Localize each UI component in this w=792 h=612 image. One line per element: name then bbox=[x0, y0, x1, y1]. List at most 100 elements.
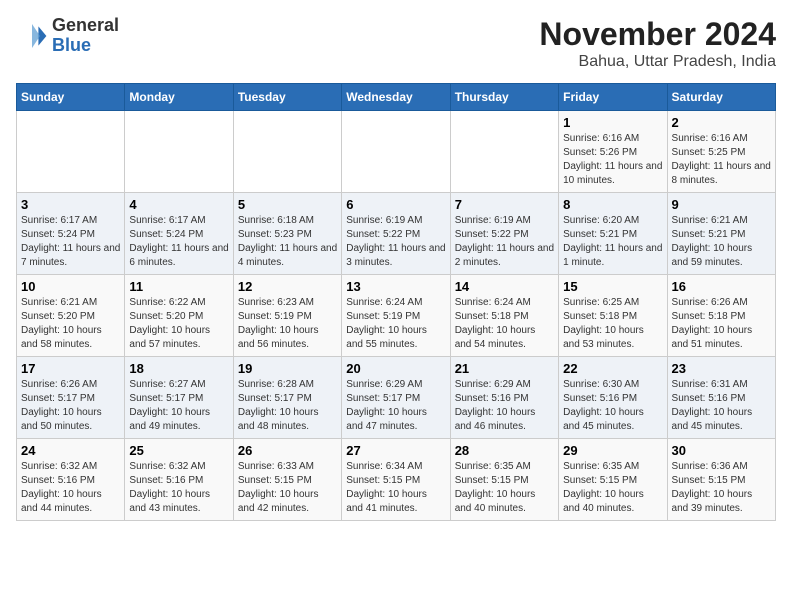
day-info: Sunrise: 6:26 AM Sunset: 5:17 PM Dayligh… bbox=[21, 378, 120, 434]
day-info: Sunrise: 6:33 AM Sunset: 5:15 PM Dayligh… bbox=[238, 460, 337, 516]
calendar-cell: 13 Sunrise: 6:24 AM Sunset: 5:19 PM Dayli… bbox=[342, 275, 450, 357]
calendar-cell: 20 Sunrise: 6:29 AM Sunset: 5:17 PM Dayli… bbox=[342, 357, 450, 439]
calendar-week-row: 3 Sunrise: 6:17 AM Sunset: 5:24 PM Daylig… bbox=[17, 193, 776, 275]
day-number: 6 bbox=[346, 197, 445, 212]
day-info: Sunrise: 6:24 AM Sunset: 5:18 PM Dayligh… bbox=[455, 296, 554, 352]
day-info: Sunrise: 6:31 AM Sunset: 5:16 PM Dayligh… bbox=[672, 378, 771, 434]
day-number: 19 bbox=[238, 361, 337, 376]
calendar-cell: 21 Sunrise: 6:29 AM Sunset: 5:16 PM Dayli… bbox=[450, 357, 558, 439]
day-info: Sunrise: 6:21 AM Sunset: 5:21 PM Dayligh… bbox=[672, 214, 771, 270]
day-number: 9 bbox=[672, 197, 771, 212]
calendar-cell: 9 Sunrise: 6:21 AM Sunset: 5:21 PM Daylig… bbox=[667, 193, 775, 275]
day-number: 5 bbox=[238, 197, 337, 212]
day-info: Sunrise: 6:35 AM Sunset: 5:15 PM Dayligh… bbox=[563, 460, 662, 516]
day-number: 22 bbox=[563, 361, 662, 376]
calendar-cell: 19 Sunrise: 6:28 AM Sunset: 5:17 PM Dayli… bbox=[233, 357, 341, 439]
calendar-cell: 5 Sunrise: 6:18 AM Sunset: 5:23 PM Daylig… bbox=[233, 193, 341, 275]
day-info: Sunrise: 6:20 AM Sunset: 5:21 PM Dayligh… bbox=[563, 214, 662, 270]
day-number: 28 bbox=[455, 443, 554, 458]
day-info: Sunrise: 6:25 AM Sunset: 5:18 PM Dayligh… bbox=[563, 296, 662, 352]
day-number: 7 bbox=[455, 197, 554, 212]
day-info: Sunrise: 6:26 AM Sunset: 5:18 PM Dayligh… bbox=[672, 296, 771, 352]
logo-icon bbox=[16, 20, 48, 52]
weekday-header: Saturday bbox=[667, 84, 775, 111]
day-info: Sunrise: 6:23 AM Sunset: 5:19 PM Dayligh… bbox=[238, 296, 337, 352]
logo: General Blue bbox=[16, 16, 119, 56]
weekday-header: Friday bbox=[559, 84, 667, 111]
day-info: Sunrise: 6:21 AM Sunset: 5:20 PM Dayligh… bbox=[21, 296, 120, 352]
calendar-cell: 6 Sunrise: 6:19 AM Sunset: 5:22 PM Daylig… bbox=[342, 193, 450, 275]
day-info: Sunrise: 6:17 AM Sunset: 5:24 PM Dayligh… bbox=[129, 214, 228, 270]
day-info: Sunrise: 6:35 AM Sunset: 5:15 PM Dayligh… bbox=[455, 460, 554, 516]
calendar-cell: 8 Sunrise: 6:20 AM Sunset: 5:21 PM Daylig… bbox=[559, 193, 667, 275]
day-info: Sunrise: 6:19 AM Sunset: 5:22 PM Dayligh… bbox=[346, 214, 445, 270]
day-info: Sunrise: 6:17 AM Sunset: 5:24 PM Dayligh… bbox=[21, 214, 120, 270]
day-number: 11 bbox=[129, 279, 228, 294]
day-number: 14 bbox=[455, 279, 554, 294]
calendar-cell: 10 Sunrise: 6:21 AM Sunset: 5:20 PM Dayli… bbox=[17, 275, 125, 357]
day-number: 26 bbox=[238, 443, 337, 458]
calendar-cell bbox=[17, 111, 125, 193]
day-number: 25 bbox=[129, 443, 228, 458]
calendar-cell bbox=[233, 111, 341, 193]
day-info: Sunrise: 6:29 AM Sunset: 5:16 PM Dayligh… bbox=[455, 378, 554, 434]
calendar-cell: 17 Sunrise: 6:26 AM Sunset: 5:17 PM Dayli… bbox=[17, 357, 125, 439]
day-info: Sunrise: 6:28 AM Sunset: 5:17 PM Dayligh… bbox=[238, 378, 337, 434]
day-info: Sunrise: 6:24 AM Sunset: 5:19 PM Dayligh… bbox=[346, 296, 445, 352]
day-number: 4 bbox=[129, 197, 228, 212]
calendar-cell: 23Sunrise: 6:31 AM Sunset: 5:16 PM Dayli… bbox=[667, 357, 775, 439]
day-number: 20 bbox=[346, 361, 445, 376]
weekday-header: Sunday bbox=[17, 84, 125, 111]
calendar-cell: 28 Sunrise: 6:35 AM Sunset: 5:15 PM Dayli… bbox=[450, 439, 558, 521]
page-title: November 2024 bbox=[539, 16, 776, 53]
title-area: November 2024 Bahua, Uttar Pradesh, Indi… bbox=[539, 16, 776, 71]
weekday-header: Monday bbox=[125, 84, 233, 111]
calendar-cell: 30 Sunrise: 6:36 AM Sunset: 5:15 PM Dayli… bbox=[667, 439, 775, 521]
calendar-cell: 22 Sunrise: 6:30 AM Sunset: 5:16 PM Dayli… bbox=[559, 357, 667, 439]
day-number: 8 bbox=[563, 197, 662, 212]
calendar-cell: 18Sunrise: 6:27 AM Sunset: 5:17 PM Dayli… bbox=[125, 357, 233, 439]
calendar-cell bbox=[450, 111, 558, 193]
calendar-cell: 16 Sunrise: 6:26 AM Sunset: 5:18 PM Dayli… bbox=[667, 275, 775, 357]
calendar-cell: 26 Sunrise: 6:33 AM Sunset: 5:15 PM Dayli… bbox=[233, 439, 341, 521]
calendar-cell: 2 Sunrise: 6:16 AM Sunset: 5:25 PM Daylig… bbox=[667, 111, 775, 193]
calendar-cell: 14 Sunrise: 6:24 AM Sunset: 5:18 PM Dayli… bbox=[450, 275, 558, 357]
day-number: 17 bbox=[21, 361, 120, 376]
day-info: Sunrise: 6:32 AM Sunset: 5:16 PM Dayligh… bbox=[129, 460, 228, 516]
calendar-cell: 7 Sunrise: 6:19 AM Sunset: 5:22 PM Daylig… bbox=[450, 193, 558, 275]
weekday-header: Tuesday bbox=[233, 84, 341, 111]
calendar-cell: 11Sunrise: 6:22 AM Sunset: 5:20 PM Dayli… bbox=[125, 275, 233, 357]
day-number: 21 bbox=[455, 361, 554, 376]
page-subtitle: Bahua, Uttar Pradesh, India bbox=[539, 53, 776, 71]
day-number: 30 bbox=[672, 443, 771, 458]
calendar-cell: 25 Sunrise: 6:32 AM Sunset: 5:16 PM Dayli… bbox=[125, 439, 233, 521]
calendar-week-row: 1 Sunrise: 6:16 AM Sunset: 5:26 PM Daylig… bbox=[17, 111, 776, 193]
day-number: 2 bbox=[672, 115, 771, 130]
day-number: 16 bbox=[672, 279, 771, 294]
day-info: Sunrise: 6:32 AM Sunset: 5:16 PM Dayligh… bbox=[21, 460, 120, 516]
day-info: Sunrise: 6:29 AM Sunset: 5:17 PM Dayligh… bbox=[346, 378, 445, 434]
day-info: Sunrise: 6:19 AM Sunset: 5:22 PM Dayligh… bbox=[455, 214, 554, 270]
header: General Blue November 2024 Bahua, Uttar … bbox=[16, 16, 776, 71]
day-number: 18 bbox=[129, 361, 228, 376]
day-info: Sunrise: 6:36 AM Sunset: 5:15 PM Dayligh… bbox=[672, 460, 771, 516]
day-info: Sunrise: 6:30 AM Sunset: 5:16 PM Dayligh… bbox=[563, 378, 662, 434]
day-number: 10 bbox=[21, 279, 120, 294]
calendar-cell: 12Sunrise: 6:23 AM Sunset: 5:19 PM Dayli… bbox=[233, 275, 341, 357]
weekday-header: Wednesday bbox=[342, 84, 450, 111]
day-number: 1 bbox=[563, 115, 662, 130]
weekday-header: Thursday bbox=[450, 84, 558, 111]
logo-text: General Blue bbox=[52, 16, 119, 56]
day-info: Sunrise: 6:16 AM Sunset: 5:25 PM Dayligh… bbox=[672, 132, 771, 188]
calendar-body: 1 Sunrise: 6:16 AM Sunset: 5:26 PM Daylig… bbox=[17, 111, 776, 521]
calendar-cell: 27Sunrise: 6:34 AM Sunset: 5:15 PM Dayli… bbox=[342, 439, 450, 521]
calendar-cell: 1 Sunrise: 6:16 AM Sunset: 5:26 PM Daylig… bbox=[559, 111, 667, 193]
day-info: Sunrise: 6:16 AM Sunset: 5:26 PM Dayligh… bbox=[563, 132, 662, 188]
day-number: 27 bbox=[346, 443, 445, 458]
day-number: 13 bbox=[346, 279, 445, 294]
day-number: 3 bbox=[21, 197, 120, 212]
day-number: 15 bbox=[563, 279, 662, 294]
calendar-cell: 29Sunrise: 6:35 AM Sunset: 5:15 PM Dayli… bbox=[559, 439, 667, 521]
day-info: Sunrise: 6:18 AM Sunset: 5:23 PM Dayligh… bbox=[238, 214, 337, 270]
calendar-table: SundayMondayTuesdayWednesdayThursdayFrid… bbox=[16, 83, 776, 521]
